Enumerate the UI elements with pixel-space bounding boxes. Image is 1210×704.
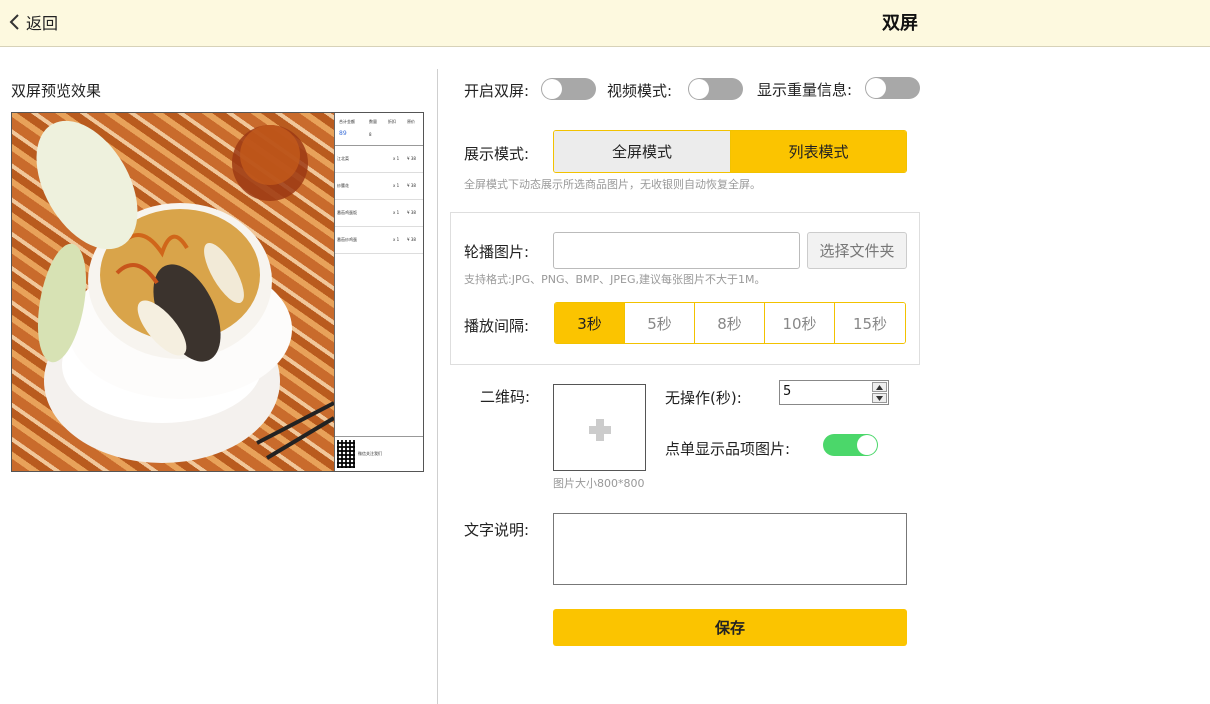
video-mode-label: 视频模式:	[607, 82, 673, 100]
receipt-item-price: ¥ 38	[407, 210, 416, 215]
interval-option-3s[interactable]: 3秒	[555, 303, 625, 343]
receipt-item-price: ¥ 38	[407, 183, 416, 188]
interval-option-15s[interactable]: 15秒	[835, 303, 905, 343]
plus-icon	[589, 419, 611, 441]
receipt-item-qty: x 1	[393, 210, 400, 215]
save-button[interactable]: 保存	[553, 609, 907, 646]
receipt-item-name: 炒腰花	[337, 183, 349, 188]
receipt-item-price: ¥ 38	[407, 237, 416, 242]
toggle-knob	[542, 79, 562, 99]
receipt-item-qty: x 1	[393, 237, 400, 242]
top-bar: 返回 双屏	[0, 0, 1210, 47]
toggle-knob	[866, 78, 886, 98]
toggle-knob	[689, 79, 709, 99]
interval-option-10s[interactable]: 10秒	[765, 303, 835, 343]
display-mode-segment: 全屏模式 列表模式	[553, 130, 907, 173]
interval-option-5s[interactable]: 5秒	[625, 303, 695, 343]
carousel-label: 轮播图片:	[464, 243, 530, 261]
qr-size-hint: 图片大小800*800	[553, 477, 645, 490]
preview-title: 双屏预览效果	[11, 82, 102, 100]
stepper-arrows	[872, 382, 887, 403]
display-mode-label: 展示模式:	[464, 145, 530, 163]
receipt-count-value: 8	[369, 132, 372, 137]
video-mode-toggle[interactable]	[688, 78, 743, 100]
receipt-item-name: 番茄鸡蛋饭	[337, 210, 357, 215]
receipt-item-name: 江北菜	[337, 156, 349, 161]
caret-up-icon	[876, 384, 883, 390]
receipt-item-name: 番茄炒鸡蛋	[337, 237, 357, 242]
choose-folder-button[interactable]: 选择文件夹	[807, 232, 907, 269]
receipt-item-qty: x 1	[393, 156, 400, 161]
receipt-foot-label: 微信关注我们	[358, 451, 382, 456]
receipt-row: 江北菜 x 1 ¥ 38	[335, 146, 423, 173]
caret-down-icon	[876, 395, 883, 401]
idle-seconds-label: 无操作(秒):	[665, 389, 742, 407]
receipt-row: 炒腰花 x 1 ¥ 38	[335, 173, 423, 200]
food-photo	[12, 113, 334, 471]
qr-upload-box[interactable]	[553, 384, 646, 471]
back-button[interactable]: 返回	[8, 10, 58, 34]
mode-list-option[interactable]: 列表模式	[731, 131, 906, 172]
dual-screen-preview: 合计金额 数量 折扣 原价 89 8 江北菜 x 1 ¥ 38 炒腰花 x 1 …	[11, 112, 424, 472]
back-label: 返回	[26, 14, 59, 33]
receipt-item-price: ¥ 38	[407, 156, 416, 161]
receipt-item-qty: x 1	[393, 183, 400, 188]
receipt-footer: 微信关注我们	[335, 436, 423, 471]
interval-label: 播放间隔:	[464, 317, 530, 335]
qr-code-icon	[337, 440, 355, 468]
idle-seconds-stepper[interactable]: 5	[779, 380, 889, 405]
receipt-head-discount: 折扣	[388, 119, 396, 124]
receipt-header: 合计金额 数量 折扣 原价 89 8	[335, 113, 423, 146]
idle-seconds-value: 5	[783, 384, 792, 399]
interval-option-8s[interactable]: 8秒	[695, 303, 765, 343]
text-description-input[interactable]	[553, 513, 907, 585]
weight-info-toggle[interactable]	[865, 77, 920, 99]
show-item-image-toggle[interactable]	[823, 434, 878, 456]
receipt-total-value: 89	[339, 130, 347, 137]
receipt-head-total: 合计金额	[339, 119, 355, 124]
chevron-left-icon	[9, 14, 19, 30]
stepper-down-button[interactable]	[872, 393, 887, 403]
dual-screen-toggle[interactable]	[541, 78, 596, 100]
receipt-panel: 合计金额 数量 折扣 原价 89 8 江北菜 x 1 ¥ 38 炒腰花 x 1 …	[334, 113, 423, 471]
page-title: 双屏	[882, 13, 918, 34]
receipt-row: 番茄鸡蛋饭 x 1 ¥ 38	[335, 200, 423, 227]
show-item-image-label: 点单显示品项图片:	[665, 440, 791, 458]
text-description-label: 文字说明:	[464, 521, 530, 539]
dual-screen-label: 开启双屏:	[464, 82, 530, 100]
vertical-divider	[437, 69, 438, 704]
mode-fullscreen-option[interactable]: 全屏模式	[554, 131, 731, 172]
receipt-head-price: 原价	[407, 119, 415, 124]
stepper-up-button[interactable]	[872, 382, 887, 392]
receipt-head-count: 数量	[369, 119, 377, 124]
receipt-row: 番茄炒鸡蛋 x 1 ¥ 38	[335, 227, 423, 254]
toggle-knob	[857, 435, 877, 455]
carousel-path-input[interactable]	[553, 232, 800, 269]
display-mode-hint: 全屏模式下动态展示所选商品图片，无收银则自动恢复全屏。	[464, 178, 761, 191]
weight-info-label: 显示重量信息:	[757, 81, 853, 99]
interval-segment: 3秒 5秒 8秒 10秒 15秒	[554, 302, 906, 344]
qr-code-label: 二维码:	[480, 388, 531, 406]
format-hint: 支持格式:JPG、PNG、BMP、JPEG,建议每张图片不大于1M。	[464, 273, 766, 286]
